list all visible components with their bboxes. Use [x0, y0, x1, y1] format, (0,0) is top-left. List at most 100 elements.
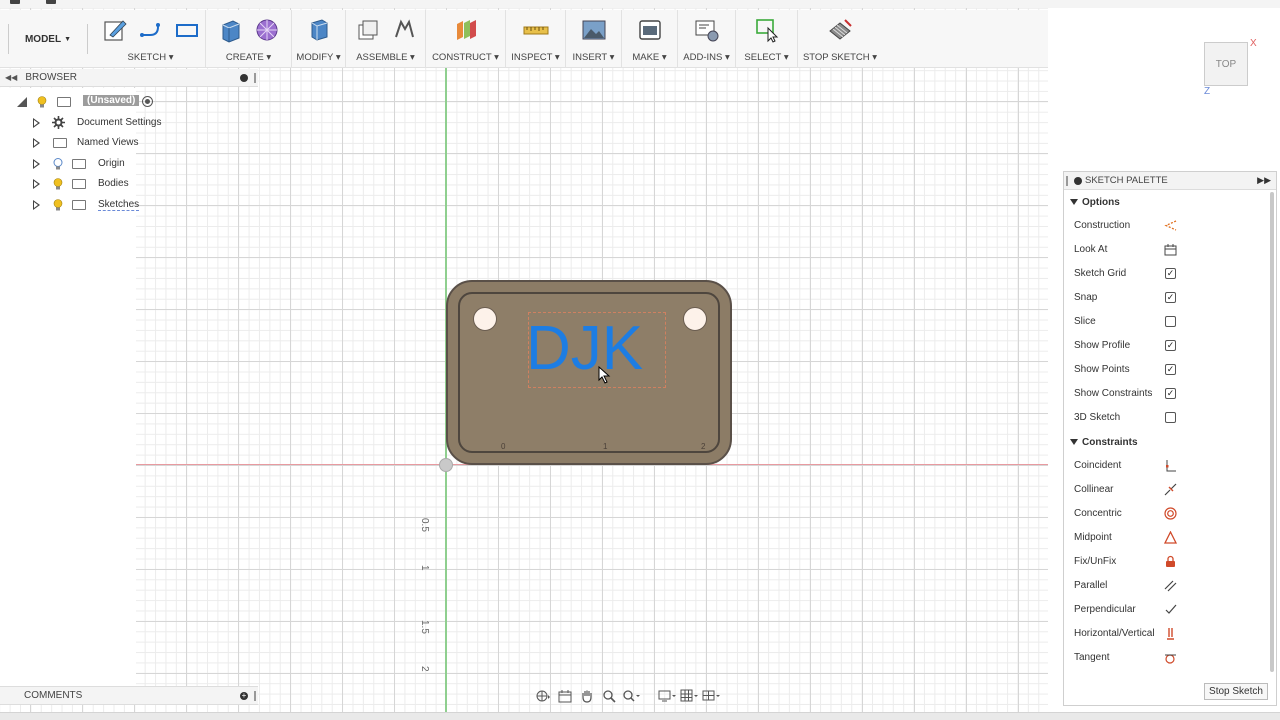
expand-triangle-icon[interactable] [33, 158, 40, 169]
slice-checkbox[interactable] [1165, 316, 1176, 327]
select-group[interactable]: SELECT ▾ [736, 10, 798, 68]
tangent-icon[interactable] [1164, 651, 1177, 664]
panel-grip[interactable] [254, 73, 256, 83]
form-icon[interactable] [253, 16, 281, 44]
show-points-checkbox[interactable]: ✓ [1165, 364, 1176, 375]
constraint-midpoint[interactable]: Midpoint [1064, 526, 1276, 550]
offset-plane-icon[interactable] [452, 16, 480, 44]
origin-point[interactable] [439, 458, 453, 472]
horizontal-vertical-icon[interactable] [1164, 627, 1177, 640]
tree-item-origin[interactable]: Origin [0, 154, 200, 175]
extrude-icon[interactable] [217, 16, 245, 44]
3d-print-icon[interactable] [636, 16, 664, 44]
tree-item-named-views[interactable]: Named Views [0, 133, 200, 154]
addins-group[interactable]: ADD-INS ▾ [678, 10, 736, 68]
tree-root[interactable]: (Unsaved) [0, 92, 200, 113]
collapse-panel-icon[interactable]: ◀◀ [5, 73, 17, 82]
expand-triangle-icon[interactable] [33, 199, 40, 210]
look-at-icon[interactable] [556, 688, 574, 704]
create-group[interactable]: CREATE ▾ [206, 10, 292, 68]
workspace-switcher[interactable]: MODEL ▼ [8, 24, 88, 54]
lightbulb-icon[interactable] [53, 198, 63, 211]
orbit-icon[interactable] [534, 688, 552, 704]
snap-checkbox[interactable]: ✓ [1165, 292, 1176, 303]
viewports-icon[interactable] [702, 688, 720, 704]
option-3d-sketch[interactable]: 3D Sketch [1064, 406, 1276, 430]
browser-header[interactable]: ◀◀ BROWSER [0, 69, 258, 87]
fit-window-icon[interactable] [622, 688, 640, 704]
constraint-concentric[interactable]: Concentric [1064, 502, 1276, 526]
stop-sketch-button[interactable]: Stop Sketch [1204, 683, 1268, 700]
constraint-fix-unfix[interactable]: Fix/UnFix [1064, 550, 1276, 574]
lightbulb-icon[interactable] [37, 96, 47, 108]
option-slice[interactable]: Slice [1064, 310, 1276, 334]
assemble-group[interactable]: ASSEMBLE ▾ [346, 10, 426, 68]
rectangle-tool-icon[interactable] [173, 16, 201, 44]
nameplate-body[interactable]: DJK 0 1 2 [446, 280, 732, 465]
line-tool-icon[interactable] [137, 16, 165, 44]
comments-panel[interactable]: COMMENTS + [0, 686, 258, 705]
file-icon[interactable] [46, 0, 56, 4]
constraint-parallel[interactable]: Parallel [1064, 574, 1276, 598]
palette-scrollbar[interactable] [1270, 192, 1274, 672]
display-settings-icon[interactable] [658, 688, 676, 704]
view-cube-face[interactable]: TOP [1216, 59, 1236, 70]
stop-sketch-icon[interactable] [826, 16, 854, 44]
measure-icon[interactable] [522, 16, 550, 44]
constraint-coincident[interactable]: Coincident [1064, 454, 1276, 478]
expand-panel-icon[interactable]: ▶▶ [1257, 175, 1271, 186]
activate-radio-icon[interactable] [142, 96, 153, 107]
3d-sketch-checkbox[interactable] [1165, 412, 1176, 423]
select-icon[interactable] [753, 16, 781, 44]
option-look-at[interactable]: Look At [1064, 238, 1276, 262]
zoom-icon[interactable] [600, 688, 618, 704]
perpendicular-icon[interactable] [1164, 603, 1177, 616]
app-grid-icon[interactable] [10, 0, 20, 4]
tree-item-bodies[interactable]: Bodies [0, 174, 200, 195]
constraint-collinear[interactable]: Collinear [1064, 478, 1276, 502]
show-constraints-checkbox[interactable]: ✓ [1165, 388, 1176, 399]
sketch-group[interactable]: SKETCH ▾ [96, 10, 206, 68]
joint-icon[interactable] [390, 16, 418, 44]
make-group[interactable]: MAKE ▾ [622, 10, 678, 68]
parallel-icon[interactable] [1164, 579, 1177, 592]
collapse-triangle-icon[interactable] [17, 97, 27, 107]
panel-grip[interactable] [254, 691, 256, 701]
option-show-points[interactable]: Show Points ✓ [1064, 358, 1276, 382]
midpoint-icon[interactable] [1164, 531, 1177, 544]
pin-icon[interactable] [240, 74, 248, 82]
expand-triangle-icon[interactable] [33, 179, 40, 189]
options-section-header[interactable]: Options [1064, 190, 1276, 214]
grid-settings-icon[interactable] [680, 688, 698, 704]
construction-icon[interactable] [1164, 219, 1177, 232]
construct-group[interactable]: CONSTRUCT ▾ [426, 10, 506, 68]
show-profile-checkbox[interactable]: ✓ [1165, 340, 1176, 351]
option-snap[interactable]: Snap ✓ [1064, 286, 1276, 310]
insert-image-icon[interactable] [580, 16, 608, 44]
mounting-hole[interactable] [473, 307, 497, 331]
option-construction[interactable]: Construction [1064, 214, 1276, 238]
inspect-group[interactable]: INSPECT ▾ [506, 10, 566, 68]
mounting-hole[interactable] [683, 307, 707, 331]
view-cube[interactable]: TOP [1204, 42, 1248, 86]
tree-item-sketches[interactable]: Sketches [0, 195, 200, 216]
constraint-tangent[interactable]: Tangent [1064, 646, 1276, 670]
sketch-grid-checkbox[interactable]: ✓ [1165, 268, 1176, 279]
stop-sketch-group[interactable]: STOP SKETCH ▾ [798, 10, 882, 68]
scripts-addins-icon[interactable] [693, 16, 721, 44]
new-component-icon[interactable] [354, 16, 382, 44]
lightbulb-off-icon[interactable] [53, 157, 63, 170]
press-pull-icon[interactable] [305, 16, 333, 44]
insert-group[interactable]: INSERT ▾ [566, 10, 622, 68]
lightbulb-icon[interactable] [53, 178, 63, 190]
tree-item-document-settings[interactable]: Document Settings [0, 113, 200, 134]
panel-grip[interactable] [1066, 176, 1068, 186]
pan-hand-icon[interactable] [578, 688, 596, 704]
palette-header[interactable]: SKETCH PALETTE ▶▶ [1064, 172, 1276, 190]
collinear-icon[interactable] [1164, 483, 1177, 496]
create-sketch-icon[interactable] [101, 16, 129, 44]
expand-triangle-icon[interactable] [33, 117, 40, 128]
constraint-perpendicular[interactable]: Perpendicular [1064, 598, 1276, 622]
add-comment-icon[interactable]: + [240, 692, 248, 700]
concentric-icon[interactable] [1164, 507, 1177, 520]
